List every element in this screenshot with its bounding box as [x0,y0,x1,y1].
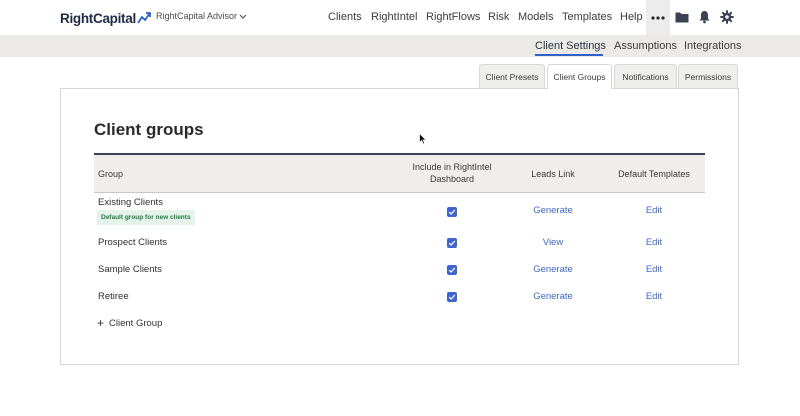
include-checkbox[interactable] [447,292,457,302]
check-icon [448,267,456,273]
more-icon [651,15,665,20]
nav-clients[interactable]: Clients [328,11,362,23]
default-group-badge: Default group for new clients [97,210,195,225]
leads-view-link[interactable]: View [514,237,592,248]
check-icon [448,209,456,215]
nav-models[interactable]: Models [518,11,553,23]
plus-icon: + [97,316,105,330]
templates-edit-link[interactable]: Edit [606,264,702,275]
table-header: Group Include in RightIntel Dashboard Le… [94,153,705,193]
subnav-client-settings[interactable]: Client Settings [535,40,606,52]
subnav-assumptions[interactable]: Assumptions [614,40,677,52]
leads-generate-link[interactable]: Generate [514,205,592,216]
tab-permissions[interactable]: Permissions [678,64,738,88]
settings-subnav: Client Settings Assumptions Integrations [0,35,800,57]
folder-icon[interactable] [675,11,689,23]
templates-edit-link[interactable]: Edit [606,237,702,248]
page-title: Client groups [94,120,204,139]
templates-edit-link[interactable]: Edit [606,291,702,302]
header-default-templates: Default Templates [618,169,690,179]
header-leads-link: Leads Link [531,169,575,179]
subnav-integrations[interactable]: Integrations [684,40,741,52]
group-name: Retiree [98,291,129,302]
top-navigation: RightCapital RightCapital Advisor Client… [0,0,800,35]
include-checkbox[interactable] [447,265,457,275]
tab-client-presets[interactable]: Client Presets [479,64,545,88]
more-button[interactable] [646,0,670,35]
nav-rightflows[interactable]: RightFlows [426,11,480,23]
group-name: Prospect Clients [98,237,168,248]
nav-help[interactable]: Help [620,11,643,23]
leads-generate-link[interactable]: Generate [514,264,592,275]
include-checkbox[interactable] [447,207,457,217]
nav-templates[interactable]: Templates [562,11,612,23]
gear-icon[interactable] [720,10,734,24]
mouse-cursor-icon [419,133,427,145]
leads-generate-link[interactable]: Generate [514,291,592,302]
header-group: Group [98,169,124,179]
include-checkbox[interactable] [447,238,457,248]
check-icon [448,294,456,300]
add-client-group-button[interactable]: + Client Group [97,317,162,329]
tab-client-groups[interactable]: Client Groups [547,64,612,89]
header-include-rightintel: Include in RightIntel Dashboard [412,162,492,184]
nav-risk[interactable]: Risk [488,11,509,23]
group-name: Existing Clients [98,197,163,208]
add-client-group-label: Client Group [109,317,163,329]
active-subnav-indicator [535,54,603,56]
check-icon [448,240,456,246]
bell-icon[interactable] [698,10,711,24]
nav-rightintel[interactable]: RightIntel [371,11,417,23]
group-name: Sample Clients [98,264,162,275]
tab-notifications[interactable]: Notifications [614,64,677,88]
templates-edit-link[interactable]: Edit [606,205,702,216]
